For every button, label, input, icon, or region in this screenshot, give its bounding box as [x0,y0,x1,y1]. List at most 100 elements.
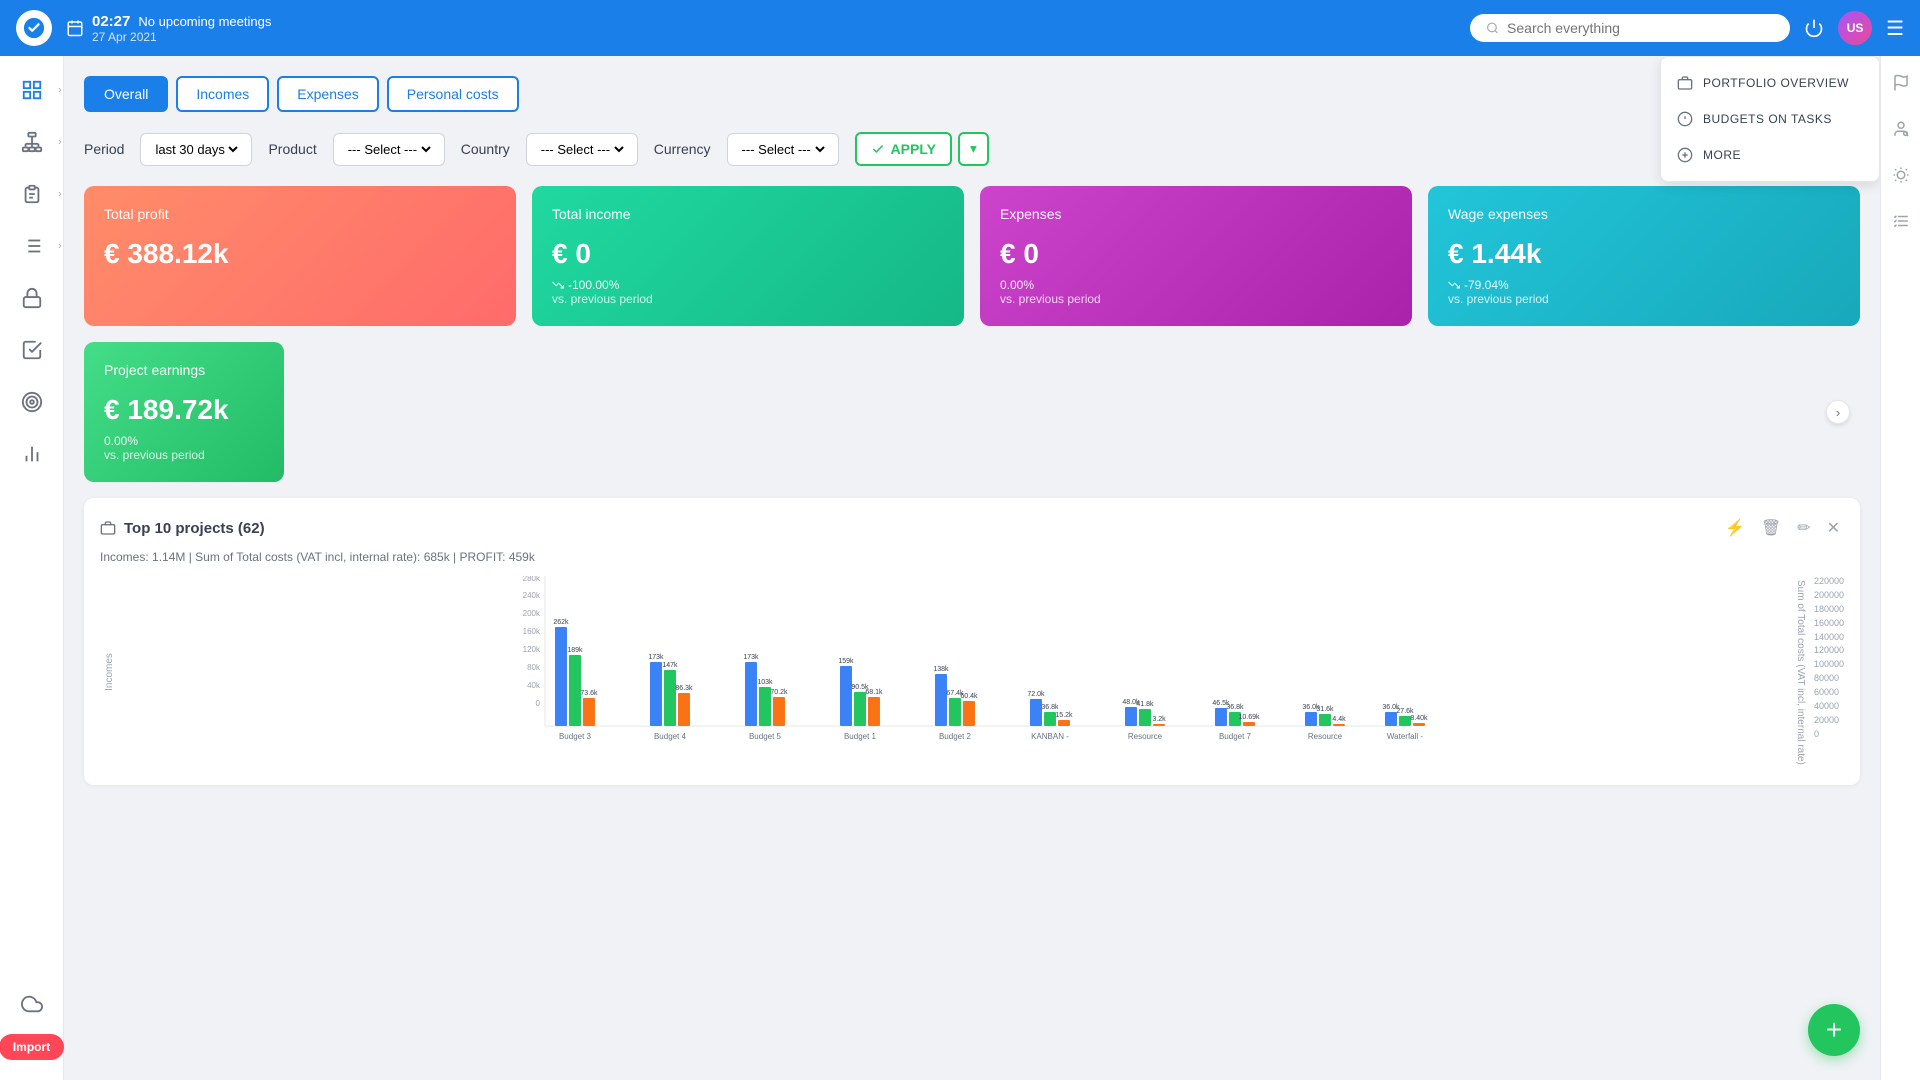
svg-text:86.3k: 86.3k [675,685,693,692]
chart-title-text: Top 10 projects (62) [124,520,265,537]
expenses-vs: vs. previous period [1000,292,1392,306]
svg-text:Budget 1: Budget 1 [844,732,877,741]
country-select[interactable]: --- Select --- [526,133,638,166]
plus-circle-icon [1677,147,1693,163]
tab-expenses[interactable]: Expenses [277,76,378,112]
total-income-title: Total income [552,206,944,222]
sidebar-item-check[interactable] [10,328,54,372]
tab-personal-costs[interactable]: Personal costs [387,76,519,112]
bar-chart: 280k 240k 200k 160k 120k 80k 40k 0 262k … [119,576,1791,756]
more-item[interactable]: MORE [1661,137,1879,173]
svg-text:Waterfall -: Waterfall - [1387,732,1423,741]
svg-text:120k: 120k [523,645,541,654]
portfolio-overview-item[interactable]: PORTFOLIO OVERVIEW [1661,65,1879,101]
apply-dropdown-button[interactable]: ▾ [958,132,989,166]
dropdown-panel: PORTFOLIO OVERVIEW BUDGETS ON TASKS MORE [1660,56,1880,182]
period-dropdown[interactable]: last 30 days last 7 days last 90 days [151,141,241,158]
chart-close-icon[interactable]: ✕ [1823,514,1844,542]
import-button[interactable]: Import [0,1034,64,1060]
tab-bar: Overall Incomes Expenses Personal costs [84,76,1860,112]
y-axis-left-label: Incomes [100,576,119,769]
svg-text:3.2k: 3.2k [1152,716,1166,723]
tab-incomes[interactable]: Incomes [176,76,269,112]
tab-overall[interactable]: Overall [84,76,168,112]
search-input[interactable] [1507,20,1774,36]
project-earnings-change: 0.00% [104,434,264,448]
svg-text:138k: 138k [933,666,949,673]
sidebar-item-reports[interactable] [10,432,54,476]
left-sidebar: › › › › [0,56,64,1080]
currency-select[interactable]: --- Select --- [727,133,839,166]
sidebar-item-hierarchy[interactable]: › [10,120,54,164]
budgets-on-tasks-item[interactable]: BUDGETS ON TASKS [1661,101,1879,137]
svg-text:262k: 262k [553,619,569,626]
sidebar-item-cloud[interactable] [10,982,54,1026]
svg-text:70.2k: 70.2k [770,689,788,696]
y-axis-right: 220000 200000 180000 160000 140000 12000… [1810,576,1844,769]
chart-delete-icon[interactable]: 🗑 [1757,514,1785,542]
fab-button[interactable]: + [1808,1004,1860,1056]
svg-text:31.6k: 31.6k [1316,706,1334,713]
search-box[interactable] [1470,14,1790,42]
topbar-date: 27 Apr 2021 [92,30,271,44]
sidebar-item-tasks[interactable]: › [10,172,54,216]
svg-text:73.6k: 73.6k [580,690,598,697]
chart-header: Top 10 projects (62) ⚡ 🗑 ✏ ✕ [100,514,1844,542]
total-income-value: € 0 [552,238,944,270]
check-icon [871,142,885,156]
total-income-vs: vs. previous period [552,292,944,306]
svg-text:Budget 7: Budget 7 [1219,732,1252,741]
more-label: MORE [1703,148,1741,162]
project-earnings-value: € 189.72k [104,394,264,426]
task-list-icon[interactable] [1886,206,1916,236]
wage-expenses-card: Wage expenses € 1.44k -79.04% vs. previo… [1428,186,1860,326]
sidebar-item-goals[interactable] [10,380,54,424]
period-select[interactable]: last 30 days last 7 days last 90 days [140,133,252,166]
currency-label: Currency [654,141,711,157]
sidebar-item-list[interactable]: › [10,224,54,268]
menu-icon[interactable]: ☰ [1886,16,1904,41]
apply-button[interactable]: APPLY [855,132,952,166]
svg-text:173k: 173k [743,654,759,661]
svg-text:Budget 2: Budget 2 [939,732,972,741]
project-earnings-title: Project earnings [104,362,264,378]
filter-bar: Period last 30 days last 7 days last 90 … [84,132,1860,166]
user-avatar[interactable]: US [1838,11,1872,45]
sidebar-item-security[interactable] [10,276,54,320]
expand-right-chevron[interactable]: › [1826,400,1850,424]
currency-dropdown[interactable]: --- Select --- [738,141,828,158]
topbar: 02:27 No upcoming meetings 27 Apr 2021 U… [0,0,1920,56]
user-search-icon[interactable] [1886,114,1916,144]
expenses-title: Expenses [1000,206,1392,222]
bulb-icon[interactable] [1886,160,1916,190]
project-earnings-change-pct: 0.00% [104,434,138,448]
chart-icon [100,520,116,536]
topbar-time: 02:27 [92,13,130,30]
total-income-change-pct: -100.00% [568,278,619,292]
project-earnings-vs: vs. previous period [104,448,264,462]
portfolio-overview-label: PORTFOLIO OVERVIEW [1703,76,1849,90]
power-icon[interactable] [1804,18,1824,38]
stat-cards-row-2: Project earnings € 189.72k 0.00% vs. pre… [84,342,1860,482]
country-label: Country [461,141,510,157]
wage-expenses-vs: vs. previous period [1448,292,1840,306]
svg-text:280k: 280k [523,576,541,583]
sidebar-item-dashboard[interactable]: › [10,68,54,112]
svg-text:68.1k: 68.1k [865,689,883,696]
country-dropdown[interactable]: --- Select --- [537,141,627,158]
app-logo[interactable] [16,10,52,46]
total-profit-value: € 388.12k [104,238,496,270]
product-dropdown[interactable]: --- Select --- [344,141,434,158]
total-income-card: Total income € 0 -100.00% vs. previous p… [532,186,964,326]
stat-cards-row: Total profit € 388.12k Total income € 0 … [84,186,1860,326]
svg-text:60.4k: 60.4k [960,693,978,700]
flag-icon[interactable] [1886,68,1916,98]
chart-subtitle: Incomes: 1.14M | Sum of Total costs (VAT… [100,550,1844,564]
svg-text:4.4k: 4.4k [1332,716,1346,723]
product-select[interactable]: --- Select --- [333,133,445,166]
svg-text:Resource: Resource [1128,732,1163,741]
wage-expenses-value: € 1.44k [1448,238,1840,270]
svg-text:Budget 5: Budget 5 [749,732,782,741]
chart-lightning-icon[interactable]: ⚡ [1721,514,1749,542]
chart-edit-icon[interactable]: ✏ [1793,514,1814,542]
